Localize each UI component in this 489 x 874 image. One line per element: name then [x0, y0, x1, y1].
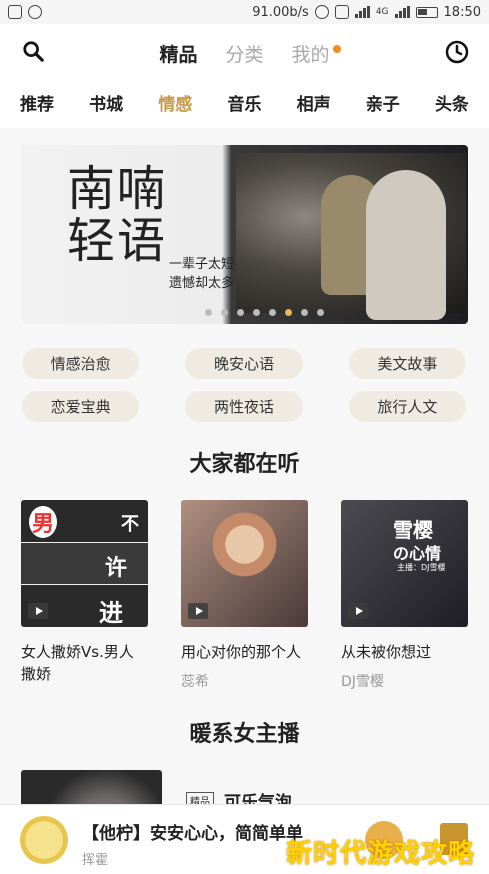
battery-icon	[415, 6, 438, 18]
banner-dot	[221, 309, 228, 316]
category-tab-toutiao[interactable]: 头条	[435, 90, 469, 126]
tab-jingpin[interactable]: 精品	[159, 40, 197, 67]
category-tab-qinzi[interactable]: 亲子	[366, 90, 400, 126]
album-cover: 雪樱 の心情 主播：DJ雪樱	[341, 500, 468, 627]
popular-list: 男 不 许 进 女人撒娇Vs.男人撒娇 用心对你的那个人 蕊希 雪樱 の心情 主…	[21, 500, 468, 693]
tab-wode[interactable]: 我的	[291, 40, 341, 67]
play-icon	[348, 603, 368, 619]
section-title-popular: 大家都在听	[189, 452, 300, 477]
network-type: 4G	[375, 7, 389, 17]
category-tab-xiangsheng[interactable]: 相声	[297, 90, 331, 126]
cover-text: 男	[29, 506, 58, 538]
tag-chip[interactable]: 两性夜话	[185, 391, 303, 422]
cover-text: 许	[105, 556, 128, 581]
category-tab-qinggan[interactable]: 情感	[158, 90, 193, 134]
album-author: 蕊希	[181, 674, 209, 690]
album-cover	[181, 500, 308, 627]
banner-dot	[317, 309, 324, 316]
section-title-female-hosts: 暖系女主播	[189, 722, 300, 747]
cover-text: 主播：DJ雪樱	[397, 563, 446, 572]
signal-icon-2	[394, 6, 410, 18]
album-author: DJ雪樱	[341, 674, 384, 690]
main-content: 南喃 轻语 一辈子太短 遗憾却太多 情感治愈 晚安心语 美文故事 恋爱宝典 两性…	[0, 128, 489, 874]
banner-dot	[269, 309, 276, 316]
history-clock-icon[interactable]	[445, 40, 469, 64]
tag-chip[interactable]: 旅行人文	[348, 391, 466, 422]
category-tabs: 推荐 书城 情感 音乐 相声 亲子 头条	[0, 90, 489, 134]
network-speed: 91.00b/s	[252, 4, 309, 20]
watermark: 新时代游戏攻略	[285, 839, 475, 869]
clock-time: 18:50	[443, 4, 481, 20]
cover-text: 进	[99, 599, 123, 627]
signal-icon	[354, 6, 370, 18]
shield-icon	[8, 5, 22, 19]
top-nav: 精品 分类 我的	[0, 28, 489, 76]
album-title: 用心对你的那个人	[181, 643, 302, 661]
cover-text: 不	[121, 514, 139, 535]
more-icon	[28, 5, 42, 19]
tag-chip[interactable]: 情感治愈	[22, 348, 140, 379]
category-tab-shucheng[interactable]: 书城	[89, 90, 123, 126]
album-card[interactable]: 雪樱 の心情 主播：DJ雪樱 从未被你想过 DJ雪樱	[341, 500, 468, 693]
album-card[interactable]: 男 不 许 进 女人撒娇Vs.男人撒娇	[21, 500, 148, 693]
tag-chip[interactable]: 恋爱宝典	[22, 391, 140, 422]
hotspot-icon	[314, 5, 329, 19]
banner-photo-child-right	[366, 170, 446, 320]
banner-dot	[285, 309, 292, 316]
banner-subtitle-line2: 遗憾却太多	[169, 276, 235, 291]
play-icon	[188, 603, 208, 619]
player-author: 挥霍	[82, 853, 109, 868]
banner-dot	[205, 309, 212, 316]
category-tab-tuijian[interactable]: 推荐	[20, 90, 54, 126]
album-title: 从未被你想过	[341, 643, 432, 661]
banner-dot	[301, 309, 308, 316]
category-tab-yinyue[interactable]: 音乐	[227, 90, 261, 126]
tab-fenlei[interactable]: 分类	[225, 40, 263, 67]
banner-carousel[interactable]: 南喃 轻语 一辈子太短 遗憾却太多	[21, 145, 468, 324]
banner-title-line2: 轻语	[67, 213, 168, 269]
status-bar: 91.00b/s 4G 18:50	[0, 0, 489, 24]
album-title: 女人撒娇Vs.男人撒娇	[21, 643, 134, 683]
tab-wode-label: 我的	[291, 44, 330, 66]
banner-dot	[237, 309, 244, 316]
banner-dot	[253, 309, 260, 316]
tag-grid: 情感治愈 晚安心语 美文故事 恋爱宝典 两性夜话 旅行人文	[14, 348, 474, 422]
lemon-thumbnail	[20, 816, 68, 864]
tag-chip[interactable]: 晚安心语	[185, 348, 303, 379]
banner-pagination	[21, 309, 468, 316]
banner-subtitle: 一辈子太短 遗憾却太多	[169, 255, 234, 293]
banner-title: 南喃 轻语	[67, 163, 167, 267]
player-track-title: 【他柠】安安心心，简简单单	[82, 824, 303, 844]
vibrate-icon	[334, 5, 349, 19]
cover-text: の心情	[393, 544, 442, 563]
album-cover: 男 不 许 进	[21, 500, 148, 627]
tag-chip[interactable]: 美文故事	[348, 348, 466, 379]
play-icon	[28, 603, 48, 619]
notification-dot	[332, 45, 341, 53]
album-card[interactable]: 用心对你的那个人 蕊希	[181, 500, 308, 693]
banner-title-line1: 南喃	[67, 161, 168, 217]
banner-subtitle-line1: 一辈子太短	[169, 257, 235, 272]
cover-text: 雪樱	[393, 518, 433, 542]
